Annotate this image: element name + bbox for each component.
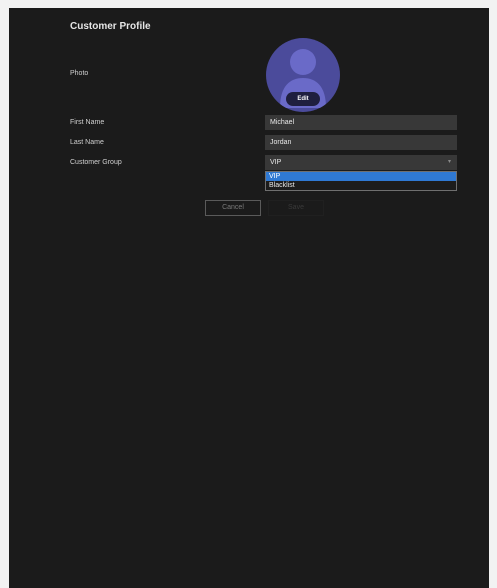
first-name-label: First Name [70, 119, 105, 126]
dropdown-option-vip[interactable]: VIP [266, 172, 456, 181]
dropdown-option-blacklist[interactable]: Blacklist [266, 181, 456, 190]
customer-group-selected-value: VIP [270, 159, 282, 166]
first-name-field[interactable]: Michael [265, 115, 457, 130]
photo-label: Photo [70, 70, 89, 77]
customer-group-dropdown[interactable]: VIP Blacklist [265, 171, 457, 191]
last-name-label: Last Name [70, 139, 104, 146]
customer-group-label: Customer Group [70, 159, 122, 166]
last-name-field[interactable]: Jordan [265, 135, 457, 150]
avatar[interactable]: Edit [266, 38, 340, 112]
save-button[interactable]: Save [268, 200, 324, 216]
edit-photo-button[interactable]: Edit [286, 92, 320, 106]
customer-profile-panel: Customer Profile Photo Edit First Name M… [9, 8, 489, 588]
customer-group-select[interactable]: VIP ▾ [265, 155, 457, 170]
chevron-down-icon: ▾ [447, 159, 451, 165]
page-title: Customer Profile [70, 21, 151, 32]
cancel-button[interactable]: Cancel [205, 200, 261, 216]
